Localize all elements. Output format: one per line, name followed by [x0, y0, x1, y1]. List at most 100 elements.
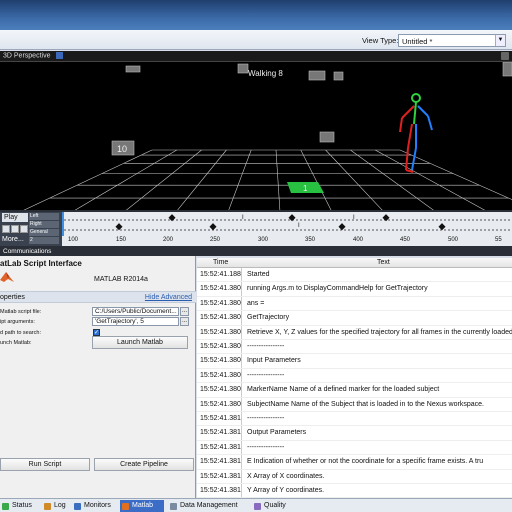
tab-matlab[interactable]: Matlab: [120, 500, 164, 512]
subject-label: Walking 8: [248, 69, 283, 78]
tab-label: Data Management: [180, 502, 238, 509]
camera-icon: [308, 70, 326, 81]
tab-status[interactable]: Status: [0, 500, 40, 512]
view-type-select[interactable]: Untitled * ▼: [398, 34, 506, 47]
log-row[interactable]: 15:52:41.380 running Args.m to DisplayCom…: [197, 282, 512, 297]
loop-icon[interactable]: [2, 225, 10, 233]
tick-label: 450: [400, 237, 411, 243]
log-row[interactable]: 15:52:41.381 ----------------: [197, 441, 512, 456]
event-foot-off[interactable]: I: [298, 223, 300, 229]
tab-label: Quality: [264, 502, 286, 509]
log-row[interactable]: 15:52:41.380 ----------------: [197, 369, 512, 384]
camera-icon: [125, 65, 141, 73]
3d-scene: 10 Walking 8 1: [23, 62, 512, 210]
time-column-header[interactable]: Time: [213, 259, 228, 266]
log-time: 15:52:41.381: [200, 415, 241, 422]
log-row[interactable]: 15:52:41.380 Retrieve X, Y, Z values for …: [197, 326, 512, 340]
play-button[interactable]: Play: [2, 213, 28, 222]
text-column-header[interactable]: Text: [377, 259, 390, 266]
view-type-label: View Type:: [362, 36, 399, 45]
tick-label: 300: [258, 237, 269, 243]
log-header: Time Text: [197, 258, 512, 268]
edit-arguments-button[interactable]: ...: [180, 317, 189, 326]
log-text: SubjectName Name of the Subject that is …: [247, 400, 484, 408]
log-row[interactable]: 15:52:41.380 Input Parameters: [197, 354, 512, 369]
log-text: GetTrajectory: [247, 314, 290, 322]
launch-matlab-button[interactable]: Launch Matlab: [92, 336, 188, 349]
hide-advanced-link[interactable]: Hide Advanced: [145, 294, 192, 301]
log-text: running Args.m to DisplayCommandHelp for…: [247, 285, 428, 293]
script-file-input[interactable]: C:/Users/Public/Document...: [92, 307, 179, 316]
communications-header: Communications: [0, 247, 512, 256]
log-row[interactable]: 15:52:41.381 E Indication of whether or n…: [197, 455, 512, 470]
browse-file-button[interactable]: ...: [180, 307, 189, 316]
skeleton-model: [399, 93, 433, 173]
log-time: 15:52:41.380: [200, 285, 241, 293]
log-row[interactable]: 15:52:41.380 SubjectName Name of the Subj…: [197, 398, 512, 412]
launch-matlab-label: unch Matlab:: [0, 340, 32, 346]
tab-data-management[interactable]: Data Management: [168, 500, 244, 512]
script-arguments-input[interactable]: 'GetTrajectory', 5: [92, 317, 179, 326]
log-time: 15:52:41.188: [200, 271, 241, 278]
log-time: 15:52:41.381: [200, 472, 241, 480]
skeleton-left-thigh: [407, 123, 413, 149]
step-icon[interactable]: [11, 225, 19, 233]
log-time: 15:52:41.381: [200, 443, 241, 451]
log-row[interactable]: 15:52:41.381 Y Array of Y coordinates.: [197, 484, 512, 498]
record-icon[interactable]: [20, 225, 28, 233]
tab-label: Status: [12, 502, 32, 509]
tab-log[interactable]: Log: [42, 500, 72, 512]
tick-label: 150: [116, 237, 127, 243]
more-button[interactable]: More...: [2, 236, 28, 245]
log-row[interactable]: 15:52:41.380 GetTrajectory: [197, 311, 512, 326]
log-row[interactable]: 15:52:41.380 MarkerName Name of a defined…: [197, 383, 512, 398]
event-foot-off[interactable]: I: [242, 215, 244, 221]
floor-grid: [23, 149, 512, 210]
log-time: 15:52:41.380: [200, 314, 241, 322]
tab-label: Log: [54, 502, 66, 509]
context-left[interactable]: Left: [29, 213, 59, 220]
tick-label: 500: [448, 237, 459, 243]
grid-line: [228, 149, 252, 210]
skeleton-left-shin: [405, 147, 409, 171]
event-marker[interactable]: [115, 223, 123, 231]
context-right[interactable]: Right: [29, 221, 59, 228]
3d-perspective-viewport[interactable]: 10 Walking 8 1: [0, 62, 512, 210]
event-marker[interactable]: [438, 223, 446, 231]
event-marker[interactable]: [338, 223, 346, 231]
grid-line: [325, 149, 383, 210]
tab-quality[interactable]: Quality: [252, 500, 298, 512]
grid-line: [126, 149, 202, 210]
log-row[interactable]: 15:52:41.381 X Array of X coordinates.: [197, 470, 512, 484]
log-time: 15:52:41.380: [200, 371, 241, 379]
event-marker[interactable]: [209, 223, 217, 231]
create-pipeline-button[interactable]: Create Pipeline: [94, 458, 194, 471]
properties-label: operties: [0, 294, 25, 301]
skeleton-right-forearm: [427, 115, 433, 131]
log-row[interactable]: 15:52:41.380 ----------------: [197, 340, 512, 355]
log-row[interactable]: 15:52:41.188 Started: [197, 268, 512, 283]
log-time: 15:52:41.380: [200, 386, 241, 394]
log-text: ans =: [247, 299, 265, 307]
tick-label: 250: [210, 237, 221, 243]
panel-title: atLab Script Interface: [0, 259, 82, 268]
event-foot-off[interactable]: I: [353, 215, 355, 221]
chevron-down-icon: ▼: [495, 35, 505, 46]
monitors-icon: [74, 503, 81, 510]
tab-monitors[interactable]: Monitors: [72, 500, 120, 512]
run-script-button[interactable]: Run Script: [0, 458, 90, 471]
timeline-track[interactable]: I I I: [62, 212, 512, 236]
viewport-header: 3D Perspective: [0, 51, 512, 62]
view-options-icon[interactable]: [56, 52, 64, 59]
pin-icon[interactable]: [501, 52, 509, 60]
log-row[interactable]: 15:52:41.381 ----------------: [197, 412, 512, 427]
grid-line: [399, 149, 512, 200]
log-row[interactable]: 15:52:41.381 Output Parameters: [197, 426, 512, 441]
grid-line: [275, 149, 281, 210]
log-text: Retrieve X, Y, Z values for the specifie…: [247, 328, 512, 336]
log-time: 15:52:41.380: [200, 343, 241, 350]
log-row[interactable]: 15:52:41.380 ans =: [197, 297, 512, 312]
context-general[interactable]: General: [29, 229, 59, 236]
add-path-checkbox[interactable]: ✓: [93, 329, 100, 336]
skeleton-head: [411, 93, 421, 103]
